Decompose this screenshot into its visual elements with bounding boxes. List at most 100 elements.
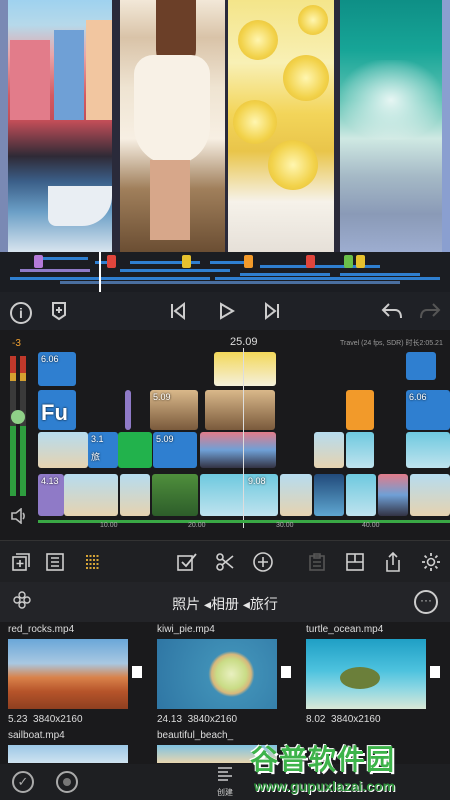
album-breadcrumb[interactable]: 照片 ◂相册 ◂旅行 bbox=[0, 594, 450, 614]
clipboard-icon[interactable] bbox=[304, 549, 330, 575]
media-duration: 24.13 bbox=[157, 714, 183, 725]
preview-panel-dress bbox=[120, 0, 225, 252]
mini-marker bbox=[34, 255, 43, 268]
video-preview[interactable] bbox=[0, 0, 450, 252]
mini-marker bbox=[107, 255, 116, 268]
timeline-clip-purple[interactable]: 4.13 bbox=[38, 474, 64, 516]
mini-marker bbox=[356, 255, 365, 268]
preview-edge-left bbox=[0, 0, 8, 252]
checkbox-icon[interactable] bbox=[174, 549, 200, 575]
scissors-icon[interactable] bbox=[212, 549, 238, 575]
timeline-clip-primary-1[interactable] bbox=[64, 474, 118, 516]
volume-knob[interactable] bbox=[11, 410, 25, 424]
timeline-clip-travel-title[interactable]: 3.1 旅 bbox=[88, 432, 118, 468]
preview-edge-right bbox=[442, 0, 450, 252]
mini-timeline[interactable] bbox=[0, 252, 450, 292]
media-thumbnail[interactable] bbox=[8, 745, 128, 763]
media-handle[interactable] bbox=[430, 666, 440, 678]
playhead[interactable] bbox=[243, 348, 244, 528]
ruler-tick: 40.00 bbox=[362, 522, 380, 529]
timeline-clip-dress[interactable] bbox=[205, 390, 275, 430]
skip-forward-icon[interactable] bbox=[258, 298, 286, 324]
timeline-clip-primary-8[interactable] bbox=[378, 474, 408, 516]
add-clip-icon[interactable] bbox=[8, 549, 34, 575]
share-icon[interactable] bbox=[380, 549, 406, 575]
audio-meter-level: -3 bbox=[12, 338, 21, 349]
timeline-clip-sea-2[interactable] bbox=[406, 432, 450, 468]
timeline-clip-green-screen[interactable] bbox=[118, 432, 152, 468]
media-item[interactable]: beautiful_beach_ bbox=[157, 730, 277, 763]
ruler-tick: 10.00 bbox=[100, 522, 118, 529]
watermark: 谷普软件园 www.gupuxlazai.com bbox=[250, 738, 445, 796]
timeline-clip-blue-small[interactable] bbox=[406, 352, 436, 380]
preview-panel-lemons bbox=[228, 0, 334, 252]
more-icon[interactable]: ··· bbox=[414, 590, 438, 614]
media-item[interactable]: sailboat.mp4 bbox=[8, 730, 128, 763]
radio-icon[interactable] bbox=[56, 771, 78, 793]
timeline-clip-primary-7[interactable] bbox=[346, 474, 376, 516]
timeline-clip-primary-4[interactable]: 9.08 bbox=[200, 474, 278, 516]
mini-marker bbox=[244, 255, 253, 268]
media-duration: 5.23 bbox=[8, 714, 28, 725]
timeline-clip-title[interactable]: 6.06 bbox=[38, 352, 76, 386]
edit-toolbar bbox=[0, 540, 450, 582]
timeline-clip-blue[interactable]: 5.09 bbox=[153, 432, 197, 468]
list-icon[interactable] bbox=[42, 549, 68, 575]
transport-bar: i bbox=[0, 292, 450, 330]
timeline-clip-beach-2[interactable] bbox=[314, 432, 344, 468]
timeline-clip-title-text[interactable]: Fu bbox=[38, 390, 76, 430]
project-info: Travel (24 fps, SDR) 时长2:05.21 bbox=[340, 340, 443, 347]
watermark-brand: 谷普软件园 bbox=[250, 744, 396, 775]
audio-meter-right bbox=[20, 356, 26, 496]
layout-icon[interactable] bbox=[342, 549, 368, 575]
timeline-clip-primary-6[interactable] bbox=[314, 474, 344, 516]
create-button[interactable]: 创建 bbox=[212, 766, 238, 798]
info-icon[interactable]: i bbox=[8, 298, 34, 324]
timeline-clip-city[interactable] bbox=[200, 432, 276, 468]
multitrack-icon[interactable] bbox=[80, 549, 106, 575]
select-check-icon[interactable]: ✓ bbox=[12, 771, 34, 793]
media-item[interactable]: turtle_ocean.mp4 8.02 3840x2160 bbox=[306, 624, 440, 725]
timeline-clip-primary-9[interactable] bbox=[410, 474, 450, 516]
time-ruler[interactable]: 10.00 20.00 30.00 40.00 bbox=[38, 522, 450, 538]
redo-icon[interactable] bbox=[416, 298, 444, 324]
timeline-clip-beach[interactable] bbox=[38, 432, 88, 468]
media-thumbnail[interactable] bbox=[8, 639, 128, 709]
create-label: 创建 bbox=[217, 788, 233, 797]
create-icon bbox=[218, 767, 232, 781]
media-resolution: 3840x2160 bbox=[33, 714, 83, 725]
timeline-clip-transition[interactable] bbox=[125, 390, 131, 430]
mini-marker bbox=[306, 255, 315, 268]
media-item[interactable]: red_rocks.mp4 5.23 3840x2160 bbox=[8, 624, 142, 725]
preview-panel-ocean bbox=[340, 0, 442, 252]
speaker-icon[interactable] bbox=[10, 507, 28, 529]
gear-icon[interactable] bbox=[418, 549, 444, 575]
timeline-clip-primary-2[interactable] bbox=[120, 474, 150, 516]
ruler-tick: 20.00 bbox=[188, 522, 206, 529]
marker-icon[interactable] bbox=[46, 298, 72, 324]
media-thumbnail[interactable] bbox=[157, 639, 277, 709]
media-name: kiwi_pie.mp4 bbox=[157, 624, 215, 635]
timeline-clip-primary-3[interactable] bbox=[152, 474, 198, 516]
timeline[interactable]: -3 25.09 Travel (24 fps, SDR) 时长2:05.21 … bbox=[0, 330, 450, 540]
media-handle[interactable] bbox=[281, 666, 291, 678]
undo-icon[interactable] bbox=[378, 298, 406, 324]
timeline-clip-orange[interactable] bbox=[346, 390, 374, 430]
timeline-clip-field[interactable]: 5.09 bbox=[150, 390, 198, 430]
timeline-clip-title-2[interactable]: 6.06 bbox=[406, 390, 450, 430]
timeline-clip-primary-5[interactable] bbox=[280, 474, 312, 516]
media-handle[interactable] bbox=[132, 666, 142, 678]
mini-playhead[interactable] bbox=[99, 252, 101, 292]
watermark-url: www.gupuxlazai.com bbox=[254, 778, 396, 794]
play-icon[interactable] bbox=[212, 298, 240, 324]
preview-panel-city bbox=[8, 0, 112, 252]
skip-back-icon[interactable] bbox=[164, 298, 192, 324]
media-item[interactable]: kiwi_pie.mp4 24.13 3840x2160 bbox=[157, 624, 291, 725]
media-thumbnail[interactable] bbox=[306, 639, 426, 709]
media-name: sailboat.mp4 bbox=[8, 730, 65, 741]
timeline-clip-lemon[interactable] bbox=[214, 352, 276, 386]
timeline-clip-sea[interactable] bbox=[346, 432, 374, 468]
media-browser-header: 照片 ◂相册 ◂旅行 ··· bbox=[0, 582, 450, 622]
plus-circle-icon[interactable] bbox=[250, 549, 276, 575]
mini-marker bbox=[344, 255, 353, 268]
